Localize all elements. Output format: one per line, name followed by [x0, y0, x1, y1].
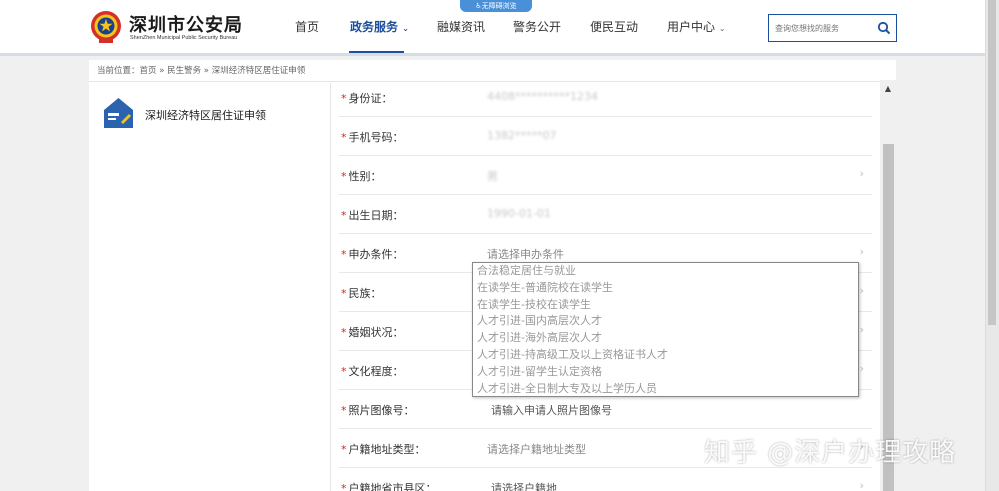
- form-row-gender[interactable]: * 性别： 男 ›: [339, 156, 872, 195]
- dropdown-option[interactable]: 人才引进-国内高层次人才: [473, 313, 858, 330]
- gender-value: 男: [487, 170, 498, 183]
- header-divider: [0, 53, 999, 56]
- birth-date-value: 1990-01-01: [487, 207, 551, 220]
- form-row-household-region[interactable]: * 户籍地省市县区： 请选择户籍地 ›: [339, 468, 872, 491]
- label-text: 性别：: [348, 170, 382, 183]
- household-region-select[interactable]: 请选择户籍地: [491, 480, 557, 491]
- dropdown-option[interactable]: 人才引进-海外高层次人才: [473, 330, 858, 347]
- field-label: * 户籍地省市县区：: [341, 480, 437, 491]
- field-label: * 户籍地址类型：: [341, 441, 426, 457]
- chevron-right-icon: ›: [859, 362, 864, 375]
- field-label: * 文化程度：: [341, 363, 404, 379]
- chevron-right-icon: ›: [859, 167, 864, 180]
- nav-public-interaction[interactable]: 便民互动: [590, 18, 638, 35]
- field-label: * 民族：: [341, 285, 382, 301]
- scroll-up-arrow-icon[interactable]: ▲: [880, 82, 896, 96]
- chevron-right-icon: ›: [859, 479, 864, 491]
- application-condition-listbox: 合法稳定居住与就业 在读学生-普通院校在读学生 在读学生-技校在读学生 人才引进…: [472, 262, 859, 397]
- nav-government-services[interactable]: 政务服务 ⌄: [350, 18, 409, 35]
- field-label: * 出生日期：: [341, 207, 404, 223]
- residence-permit-icon: [104, 98, 133, 128]
- field-label: * 申办条件：: [341, 246, 404, 262]
- dropdown-option[interactable]: 人才引进-留学生认定资格: [473, 364, 858, 381]
- application-condition-select[interactable]: 请选择申办条件: [487, 246, 564, 262]
- id-card-value: 4408**********1234: [487, 90, 598, 103]
- field-label: * 照片图像号：: [341, 402, 415, 418]
- nav-home[interactable]: 首页: [295, 18, 319, 35]
- form-row-birth-date[interactable]: * 出生日期： 1990-01-01: [339, 195, 872, 234]
- sidebar-title[interactable]: 深圳经济特区居住证申领: [145, 107, 266, 123]
- chevron-down-icon: ⌄: [402, 24, 409, 33]
- breadcrumb: 当前位置：首页 » 民生警务 » 深圳经济特区居住证申领: [89, 60, 896, 82]
- search-input[interactable]: [775, 21, 875, 35]
- label-text: 婚姻状况：: [348, 326, 404, 339]
- dropdown-option[interactable]: 人才引进-持高级工及以上资格证书人才: [473, 347, 858, 364]
- site-subtitle: ShenZhen Municipal Public Security Burea…: [130, 35, 238, 41]
- label-text: 户籍地址类型：: [348, 443, 426, 456]
- nav-label: 用户中心: [667, 20, 716, 34]
- nav-police-affairs[interactable]: 警务公开: [513, 18, 561, 35]
- site-title[interactable]: 深圳市公安局: [129, 11, 243, 37]
- chevron-down-icon: ⌄: [718, 24, 726, 33]
- field-label: * 手机号码：: [341, 129, 404, 145]
- site-header: 深圳市公安局 ShenZhen Municipal Public Securit…: [0, 0, 999, 56]
- label-text: 户籍地省市县区：: [348, 482, 437, 491]
- chevron-right-icon: ›: [859, 245, 864, 258]
- field-label: * 身份证：: [341, 90, 393, 106]
- dropdown-option[interactable]: 合法稳定居住与就业: [473, 263, 858, 280]
- required-mark: *: [341, 170, 347, 183]
- nav-media-news[interactable]: 融媒资讯: [437, 18, 485, 35]
- phone-value: 1382*****07: [487, 129, 557, 142]
- accessibility-label: 无障碍浏览: [481, 2, 517, 10]
- required-mark: *: [341, 131, 347, 144]
- label-text: 身份证：: [348, 92, 393, 105]
- search-icon[interactable]: [877, 21, 891, 35]
- required-mark: *: [341, 326, 347, 339]
- dropdown-option[interactable]: 在读学生-普通院校在读学生: [473, 280, 858, 297]
- required-mark: *: [341, 92, 347, 105]
- required-mark: *: [341, 248, 347, 261]
- nav-label: 政务服务: [350, 20, 399, 34]
- search-box: [768, 14, 897, 42]
- required-mark: *: [341, 443, 347, 456]
- label-text: 照片图像号：: [348, 404, 415, 417]
- police-emblem-icon[interactable]: [88, 9, 124, 45]
- required-mark: *: [341, 287, 347, 300]
- form-row-id-card[interactable]: * 身份证： 4408**********1234: [339, 83, 872, 117]
- accessibility-badge[interactable]: ♿无障碍浏览: [460, 0, 532, 12]
- required-mark: *: [341, 365, 347, 378]
- household-address-type-select[interactable]: 请选择户籍地址类型: [487, 441, 586, 457]
- chevron-right-icon: ›: [859, 284, 864, 297]
- label-text: 民族：: [348, 287, 382, 300]
- dropdown-option[interactable]: 在读学生-技校在读学生: [473, 297, 858, 314]
- sidebar: 深圳经济特区居住证申领: [89, 83, 331, 491]
- page-scrollbar-thumb[interactable]: [988, 0, 996, 325]
- chevron-right-icon: ›: [859, 323, 864, 336]
- form-row-phone[interactable]: * 手机号码： 1382*****07: [339, 117, 872, 156]
- label-text: 文化程度：: [348, 365, 404, 378]
- field-label: * 婚姻状况：: [341, 324, 404, 340]
- dropdown-option[interactable]: 人才引进-全日制大专及以上学历人员: [473, 381, 858, 398]
- field-label: * 性别：: [341, 168, 382, 184]
- watermark: 知乎 @深户办理攻略: [704, 438, 957, 468]
- nav-user-center[interactable]: 用户中心 ⌄: [667, 18, 726, 35]
- required-mark: *: [341, 404, 347, 417]
- label-text: 出生日期：: [348, 209, 404, 222]
- label-text: 申办条件：: [348, 248, 404, 261]
- label-text: 手机号码：: [348, 131, 404, 144]
- photo-number-input[interactable]: 请输入申请人照片图像号: [491, 402, 612, 418]
- required-mark: *: [341, 209, 347, 222]
- required-mark: *: [341, 482, 347, 491]
